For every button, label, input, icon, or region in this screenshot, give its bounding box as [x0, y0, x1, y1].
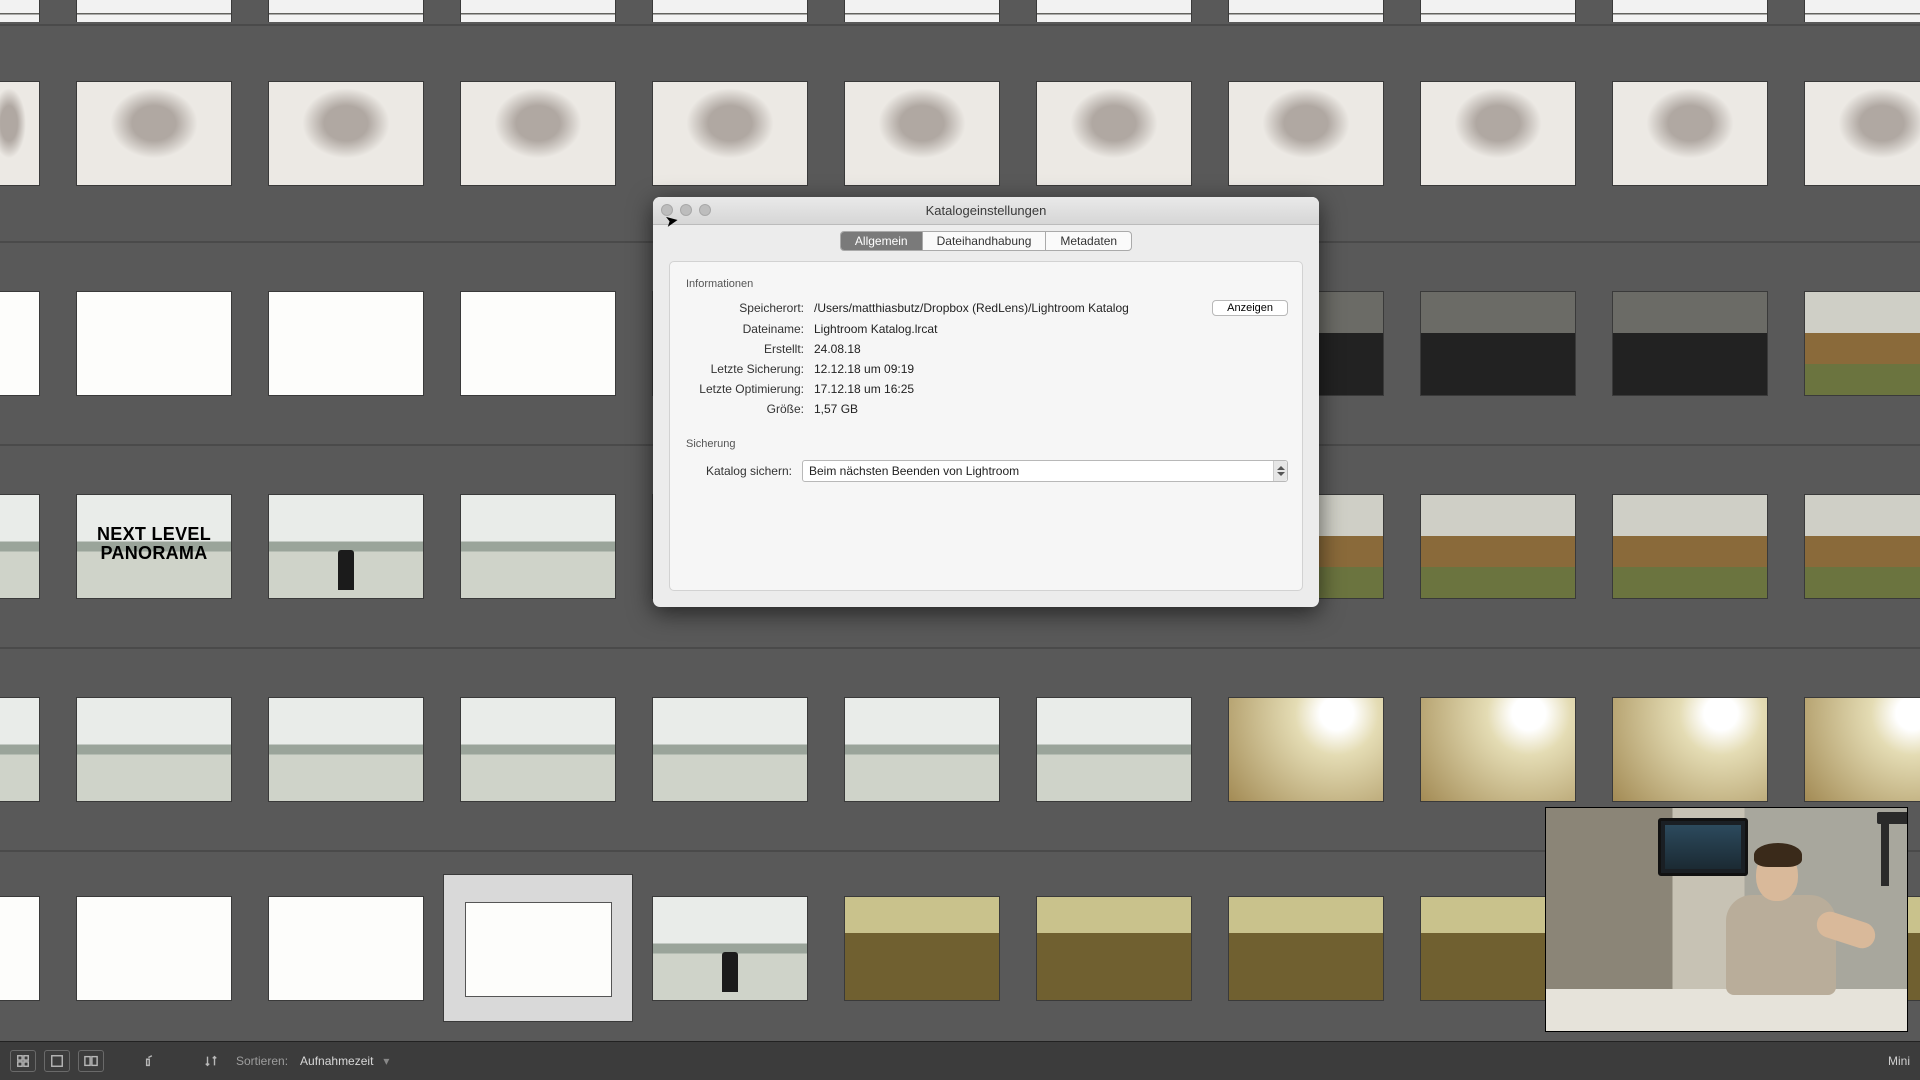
- thumb[interactable]: [268, 494, 424, 599]
- sort-label: Sortieren:: [236, 1054, 288, 1068]
- thumb[interactable]: [76, 81, 232, 186]
- thumb-overlay-text: NEXT LEVELPANORAMA: [97, 525, 211, 565]
- thumb[interactable]: [1420, 0, 1576, 22]
- thumb[interactable]: [1420, 697, 1576, 802]
- thumb[interactable]: [0, 0, 40, 22]
- label-backup: Katalog sichern:: [684, 464, 792, 478]
- label-lastbackup: Letzte Sicherung:: [684, 362, 804, 376]
- thumb[interactable]: [1420, 494, 1576, 599]
- thumb[interactable]: [76, 697, 232, 802]
- label-size: Größe:: [684, 402, 804, 416]
- backup-select-value: Beim nächsten Beenden von Lightroom: [809, 464, 1019, 478]
- thumb[interactable]: [460, 81, 616, 186]
- thumb[interactable]: [844, 697, 1000, 802]
- thumb[interactable]: [268, 697, 424, 802]
- thumb[interactable]: [652, 896, 808, 1001]
- thumb[interactable]: [1036, 81, 1192, 186]
- thumb[interactable]: [0, 697, 40, 802]
- thumb[interactable]: [844, 0, 1000, 22]
- thumb[interactable]: [652, 0, 808, 22]
- thumb[interactable]: [1036, 0, 1192, 22]
- thumb[interactable]: [0, 896, 40, 1001]
- thumb[interactable]: [460, 0, 616, 22]
- backup-select[interactable]: Beim nächsten Beenden von Lightroom: [802, 460, 1288, 482]
- thumb[interactable]: [268, 896, 424, 1001]
- value-location: /Users/matthiasbutz/Dropbox (RedLens)/Li…: [814, 301, 1212, 315]
- thumb[interactable]: [1612, 81, 1768, 186]
- tab-metadata[interactable]: Metadaten: [1046, 232, 1131, 250]
- thumb[interactable]: [1804, 494, 1920, 599]
- thumb[interactable]: [1612, 494, 1768, 599]
- thumb[interactable]: [1612, 291, 1768, 396]
- close-icon[interactable]: [661, 204, 673, 216]
- view-loupe-icon[interactable]: [44, 1050, 70, 1072]
- thumb[interactable]: [268, 291, 424, 396]
- thumb[interactable]: [1228, 81, 1384, 186]
- webcam-overlay: [1545, 807, 1908, 1032]
- catalog-settings-dialog: Katalogeinstellungen Allgemein Dateihand…: [653, 197, 1319, 607]
- thumb[interactable]: [268, 81, 424, 186]
- dialog-tabs: Allgemein Dateihandhabung Metadaten: [840, 231, 1132, 251]
- dialog-title: Katalogeinstellungen: [926, 203, 1047, 218]
- thumb[interactable]: [844, 81, 1000, 186]
- thumb[interactable]: [76, 0, 232, 22]
- thumb[interactable]: [460, 697, 616, 802]
- updown-icon: [1273, 461, 1287, 481]
- mini-label[interactable]: Mini: [1888, 1054, 1910, 1068]
- thumb[interactable]: [268, 0, 424, 22]
- thumb[interactable]: [76, 291, 232, 396]
- thumb[interactable]: [1420, 291, 1576, 396]
- thumb[interactable]: [0, 291, 40, 396]
- label-location: Speicherort:: [684, 301, 804, 315]
- section-backup-header: Sicherung: [686, 438, 1288, 450]
- tab-filehandling[interactable]: Dateihandhabung: [923, 232, 1047, 250]
- thumb[interactable]: [652, 81, 808, 186]
- sort-value[interactable]: Aufnahmezeit: [300, 1054, 373, 1068]
- dialog-titlebar[interactable]: Katalogeinstellungen: [653, 197, 1319, 225]
- thumb[interactable]: [1804, 0, 1920, 22]
- tab-general[interactable]: Allgemein: [841, 232, 923, 250]
- thumb[interactable]: [460, 494, 616, 599]
- thumb[interactable]: [1804, 291, 1920, 396]
- thumb[interactable]: [0, 494, 40, 599]
- label-filename: Dateiname:: [684, 322, 804, 336]
- view-grid-icon[interactable]: [10, 1050, 36, 1072]
- label-lastopt: Letzte Optimierung:: [684, 382, 804, 396]
- value-created: 24.08.18: [814, 342, 1288, 356]
- value-lastopt: 17.12.18 um 16:25: [814, 382, 1288, 396]
- thumb[interactable]: [1228, 697, 1384, 802]
- thumb[interactable]: [1036, 697, 1192, 802]
- section-info-header: Informationen: [686, 278, 1288, 290]
- thumb-selected[interactable]: [443, 874, 633, 1022]
- thumb[interactable]: [1420, 81, 1576, 186]
- view-compare-icon[interactable]: [78, 1050, 104, 1072]
- thumb[interactable]: [1804, 697, 1920, 802]
- thumb-next-level-panorama[interactable]: NEXT LEVELPANORAMA: [76, 494, 232, 599]
- bottom-toolbar: Sortieren: Aufnahmezeit ▾ Mini: [0, 1041, 1920, 1080]
- thumb[interactable]: [652, 697, 808, 802]
- sort-icon[interactable]: [198, 1050, 224, 1072]
- thumb[interactable]: [1228, 896, 1384, 1001]
- thumb[interactable]: [76, 896, 232, 1001]
- value-size: 1,57 GB: [814, 402, 1288, 416]
- chevron-down-icon: ▾: [383, 1054, 389, 1068]
- thumb[interactable]: [1612, 0, 1768, 22]
- label-created: Erstellt:: [684, 342, 804, 356]
- value-lastbackup: 12.12.18 um 09:19: [814, 362, 1288, 376]
- thumb[interactable]: [1612, 697, 1768, 802]
- thumb[interactable]: [1036, 896, 1192, 1001]
- minimize-icon[interactable]: [680, 204, 692, 216]
- value-filename: Lightroom Katalog.lrcat: [814, 322, 1288, 336]
- thumb[interactable]: [844, 896, 1000, 1001]
- spray-icon[interactable]: [138, 1050, 164, 1072]
- dialog-panel: Informationen Speicherort: /Users/matthi…: [669, 261, 1303, 591]
- thumb[interactable]: [0, 81, 40, 186]
- thumb[interactable]: [1804, 81, 1920, 186]
- thumb[interactable]: [1228, 0, 1384, 22]
- zoom-icon[interactable]: [699, 204, 711, 216]
- thumb[interactable]: [460, 291, 616, 396]
- show-button[interactable]: Anzeigen: [1212, 300, 1288, 316]
